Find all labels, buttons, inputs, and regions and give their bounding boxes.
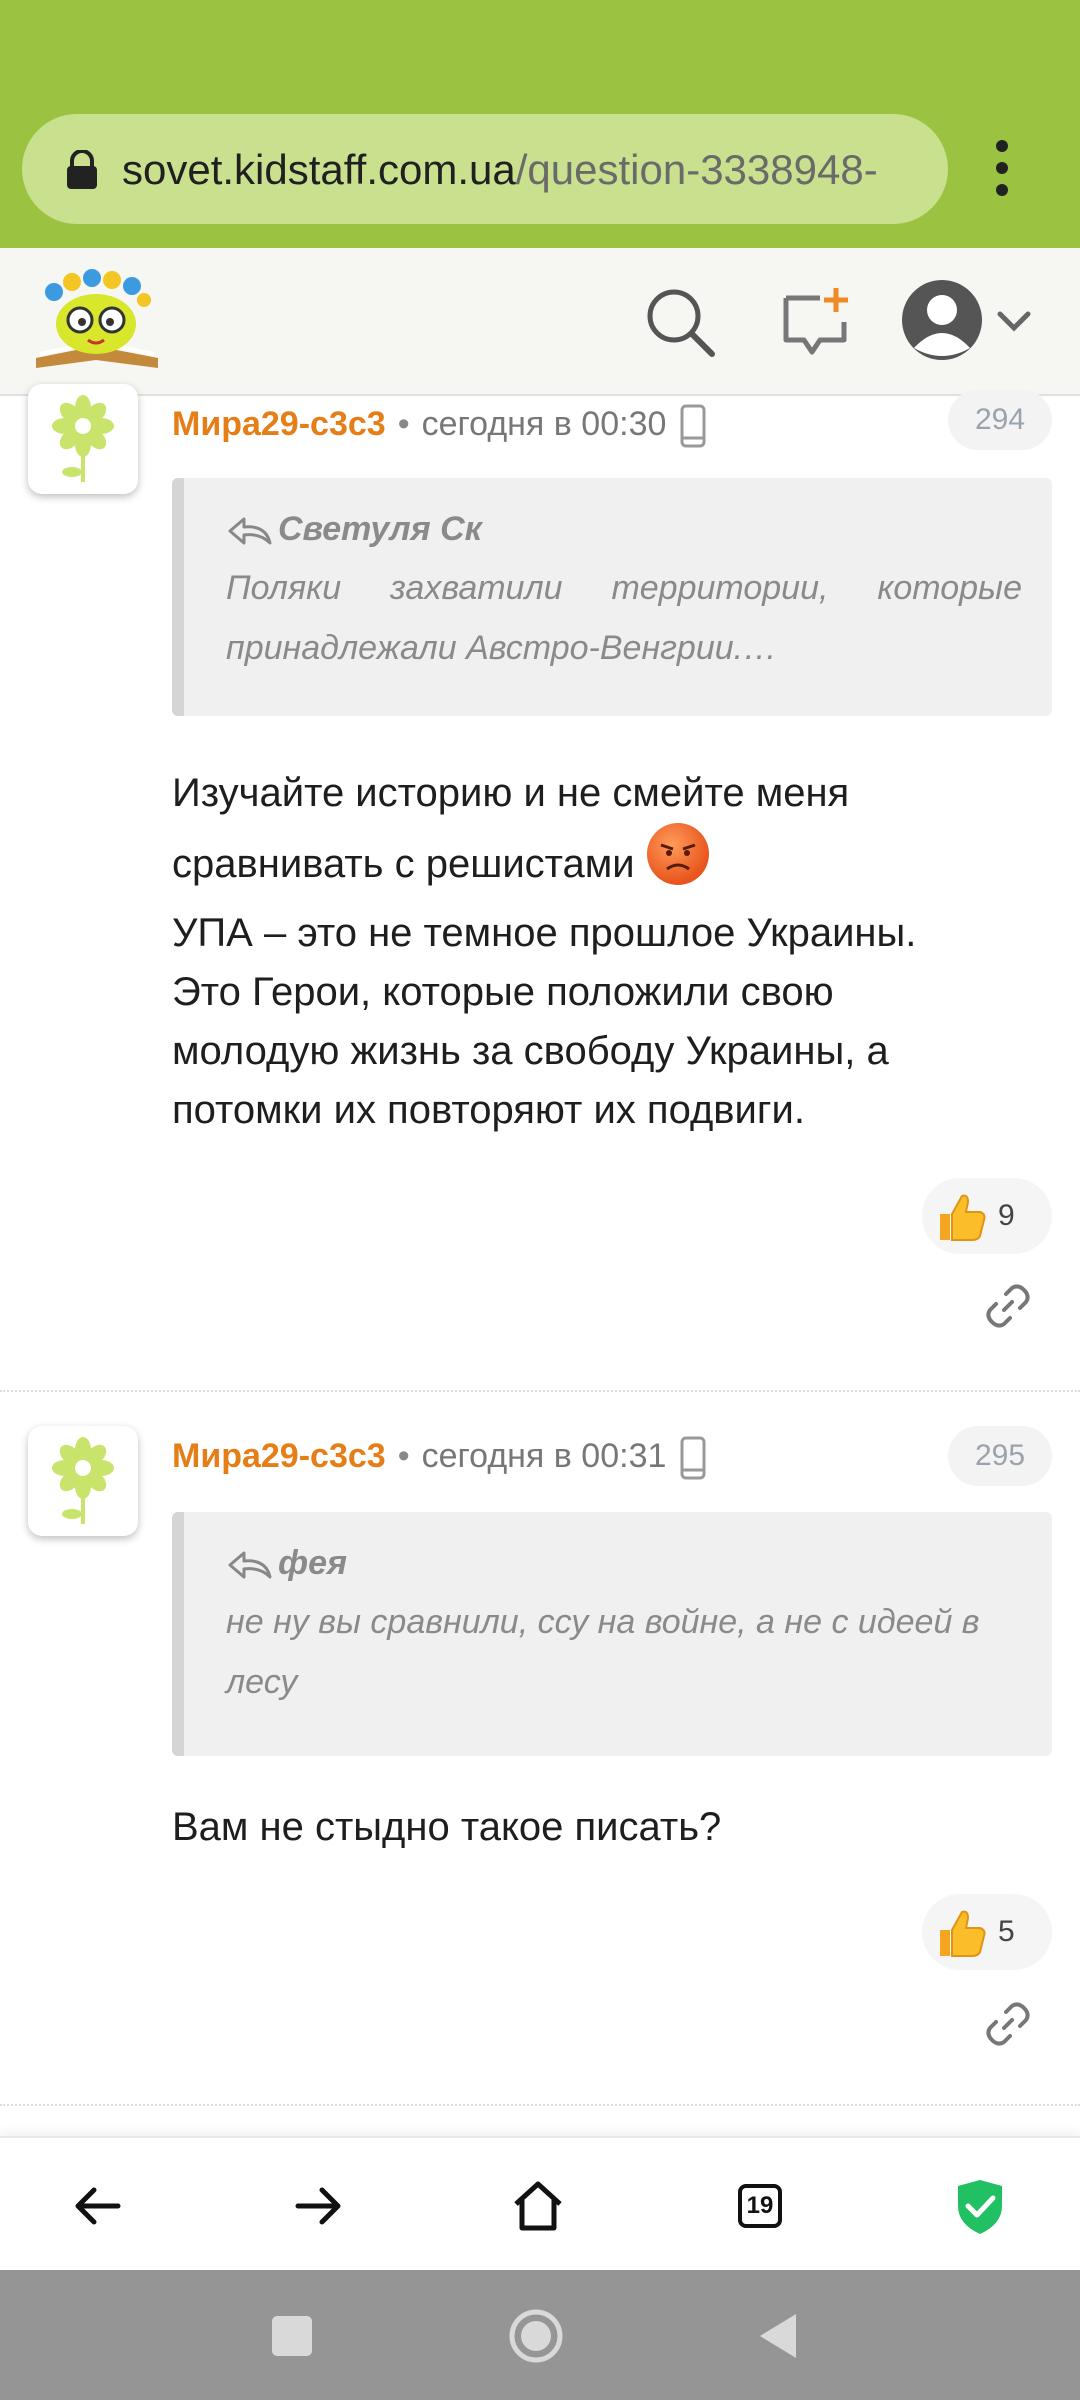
quote-block[interactable]: Светуля Ск Поляки захватили территории, … (172, 478, 1052, 716)
quote-author: Светуля Ск (278, 510, 482, 548)
url-path: /question-3338948- (515, 146, 878, 193)
tabs-count: 19 (738, 2184, 782, 2228)
chevron-down-icon[interactable] (994, 306, 1034, 336)
reply-icon (228, 1551, 272, 1579)
comment-number-badge[interactable]: 295 (948, 1426, 1052, 1486)
avatar[interactable] (28, 1426, 138, 1536)
author-name[interactable]: Мира29-с3с3 (172, 1437, 386, 1475)
link-icon[interactable] (984, 2000, 1032, 2048)
tabs-button[interactable]: 19 (730, 2176, 790, 2236)
android-navigation-bar (0, 2270, 1080, 2400)
site-header (0, 248, 1080, 396)
like-count: 5 (998, 1915, 1015, 1948)
shield-check-icon[interactable] (950, 2176, 1010, 2236)
url-text: sovet.kidstaff.com.ua/question-3338948- (122, 140, 942, 200)
angry-face-emoji-icon (646, 823, 709, 885)
mobile-phone-icon (680, 404, 706, 448)
quote-author: фея (278, 1544, 348, 1582)
comment-body: Вам не стыдно такое писать? (172, 1798, 1032, 1857)
browser-toolbar: sovet.kidstaff.com.ua/question-3338948- (0, 0, 1080, 248)
body-line: Вам не стыдно такое писать? (172, 1805, 722, 1849)
comment-295: Мира29-с3с3 • сегодня в 00:31 295 фея не н… (0, 1426, 1080, 2106)
comment-number-badge[interactable]: 294 (948, 390, 1052, 450)
body-line: Изучайте историю и не смейте меня (172, 771, 850, 815)
thumbs-up-icon (940, 1194, 986, 1241)
new-question-icon[interactable] (776, 282, 856, 362)
comment-meta: Мира29-с3с3 • сегодня в 00:31 (172, 1426, 706, 1486)
comment-time: сегодня в 00:31 (421, 1437, 667, 1475)
body-line: потомки их повторяют их подвиги. (172, 1088, 805, 1132)
url-host: sovet.kidstaff.com.ua (122, 146, 516, 193)
user-avatar-icon[interactable] (900, 278, 984, 362)
comment-time: сегодня в 00:30 (421, 405, 667, 443)
recents-icon[interactable] (264, 2308, 320, 2364)
separator-dot: • (397, 405, 410, 443)
thumbs-up-icon (940, 1910, 986, 1957)
separator-dot: • (397, 1437, 410, 1475)
lock-icon (67, 150, 97, 189)
avatar[interactable] (28, 384, 138, 494)
like-button[interactable]: 9 (922, 1178, 1052, 1254)
body-line: УПА – это не темное прошлое Украины. (172, 911, 917, 955)
comment-meta: Мира29-с3с3 • сегодня в 00:30 (172, 394, 706, 454)
quote-text: не ну вы сравнили, ссу на войне, а не с … (226, 1603, 980, 1701)
reply-icon (228, 517, 272, 545)
browser-menu-icon[interactable] (990, 140, 1014, 200)
quote-text: Поляки захватили территории, которые при… (226, 569, 1022, 667)
browser-bottom-bar: 19 (0, 2136, 1080, 2272)
quote-block[interactable]: фея не ну вы сравнили, ссу на войне, а н… (172, 1512, 1052, 1756)
like-count: 9 (998, 1199, 1015, 1232)
link-icon[interactable] (984, 1282, 1032, 1330)
address-bar[interactable]: sovet.kidstaff.com.ua/question-3338948- (22, 114, 948, 224)
comment-body: Изучайте историю и не смейте меня сравни… (172, 764, 1032, 1140)
body-line-with-emoji: сравнивать с решистами (172, 823, 1032, 904)
author-name[interactable]: Мира29-с3с3 (172, 405, 386, 443)
like-button[interactable]: 5 (922, 1894, 1052, 1970)
back-arrow-icon[interactable] (68, 2176, 128, 2236)
comment-divider (0, 2104, 1080, 2106)
home-circle-icon[interactable] (508, 2308, 564, 2364)
search-icon[interactable] (640, 282, 720, 362)
back-triangle-icon[interactable] (752, 2308, 808, 2364)
body-line: сравнивать с решистами (172, 842, 635, 886)
quote-author-row: фея (226, 1540, 1022, 1586)
comment-294: Мира29-с3с3 • сегодня в 00:30 294 Светуля … (0, 384, 1080, 1394)
kidstaff-logo-icon[interactable] (32, 262, 162, 374)
quote-author-row: Светуля Ск (226, 506, 1022, 552)
body-line: молодую жизнь за свободу Украины, а (172, 1029, 889, 1073)
body-line: Это Герои, которые положили свою (172, 970, 834, 1014)
mobile-phone-icon (680, 1436, 706, 1480)
comment-divider (0, 1390, 1080, 1392)
home-icon[interactable] (508, 2176, 568, 2236)
forward-arrow-icon[interactable] (288, 2176, 348, 2236)
